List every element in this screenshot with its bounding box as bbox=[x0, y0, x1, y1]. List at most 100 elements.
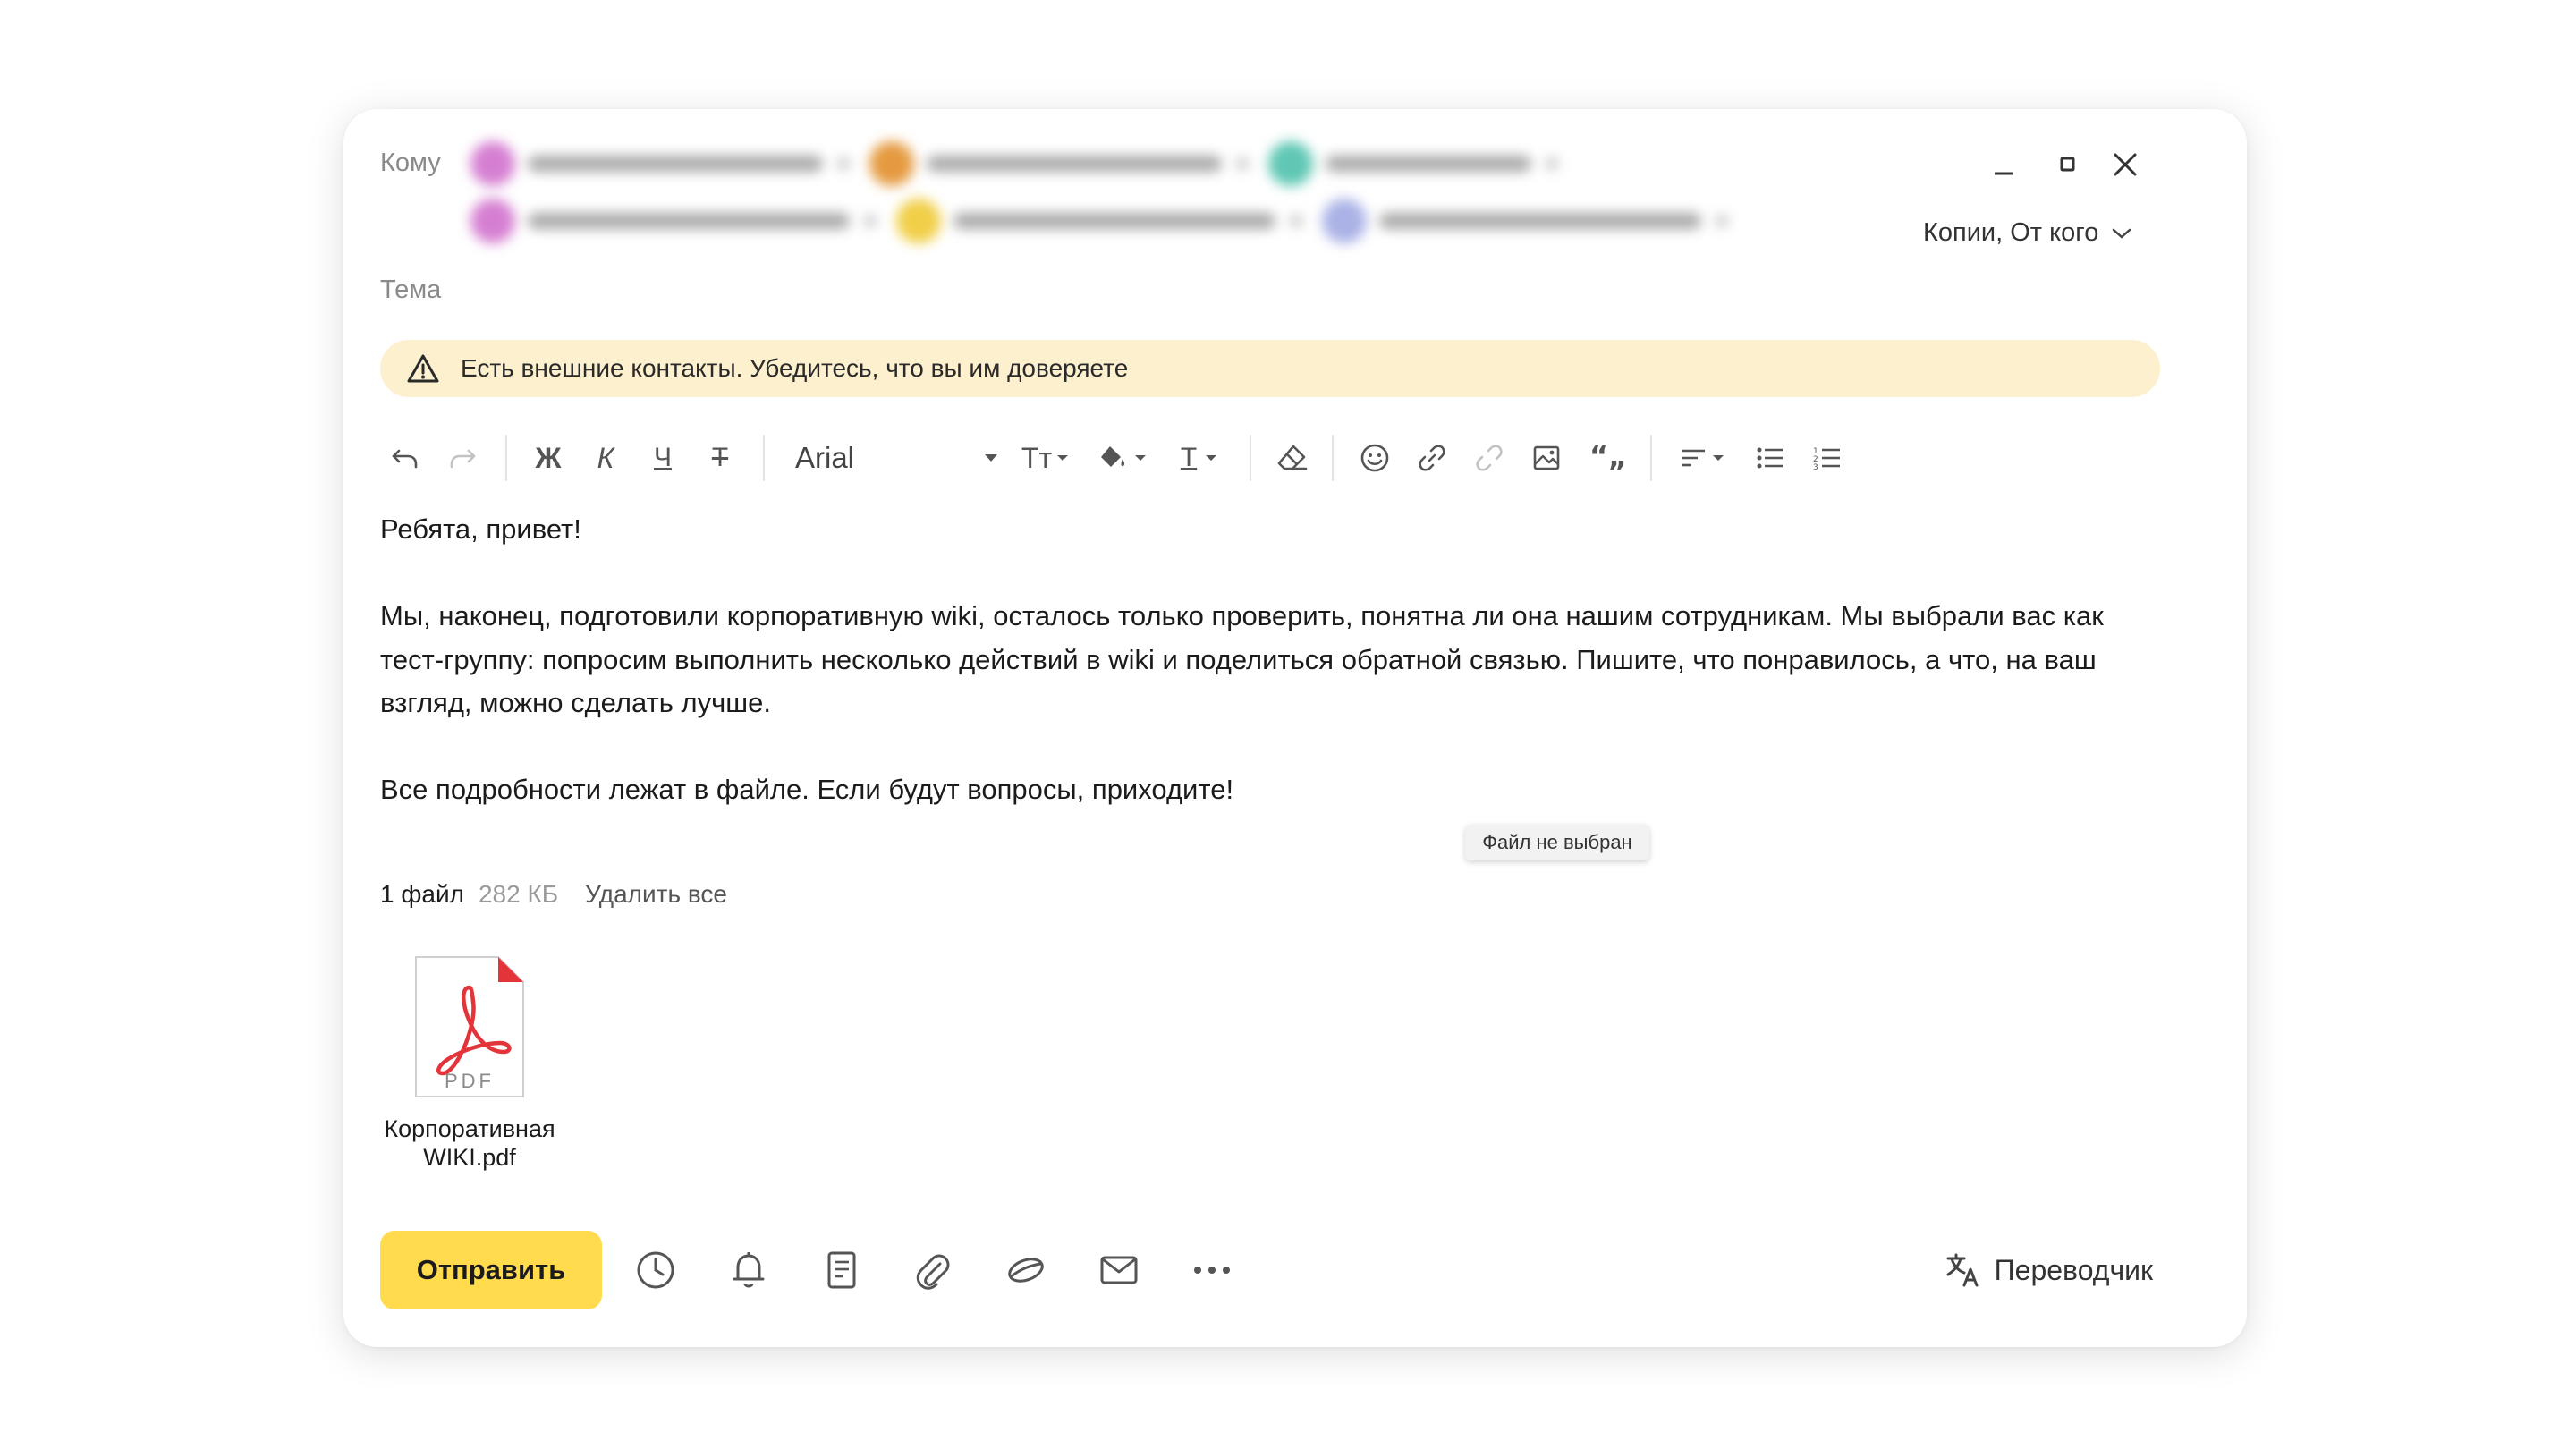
recipient-avatar bbox=[1268, 141, 1313, 186]
clear-format-button[interactable] bbox=[1267, 433, 1318, 483]
to-label: Кому bbox=[380, 148, 441, 177]
recipient-chip[interactable] bbox=[896, 199, 1302, 243]
delete-all-link[interactable]: Удалить все bbox=[585, 880, 727, 909]
recipient-chip[interactable] bbox=[470, 199, 877, 243]
more-button[interactable] bbox=[1187, 1245, 1237, 1295]
recipient-chip[interactable] bbox=[470, 141, 850, 186]
recipient-email-blurred bbox=[1326, 156, 1531, 172]
italic-button[interactable]: К bbox=[580, 433, 631, 483]
recipient-email-blurred bbox=[1379, 213, 1701, 229]
recipient-avatar bbox=[470, 199, 515, 243]
font-family-value: Arial bbox=[795, 441, 855, 474]
minimize-icon bbox=[1995, 172, 2012, 175]
copies-label: Копии, От кого bbox=[1923, 218, 2099, 247]
redo-icon bbox=[450, 449, 476, 469]
translate-icon bbox=[1946, 1253, 1979, 1287]
expand-button[interactable] bbox=[2048, 145, 2088, 184]
minimize-button[interactable] bbox=[1984, 145, 2023, 184]
warning-icon bbox=[407, 353, 439, 384]
subject-field[interactable]: Тема bbox=[380, 275, 441, 305]
recipient-email-blurred bbox=[927, 156, 1222, 172]
bullet-list-button[interactable] bbox=[1745, 433, 1795, 483]
caret-down-icon bbox=[1135, 455, 1146, 461]
emoji-button[interactable] bbox=[1350, 433, 1400, 483]
smile-icon bbox=[1360, 444, 1389, 472]
underline-button[interactable]: Ч bbox=[638, 433, 688, 483]
remove-recipient-icon[interactable] bbox=[1236, 157, 1249, 170]
template-button[interactable] bbox=[817, 1245, 867, 1295]
text-color-button[interactable]: Т bbox=[1165, 433, 1233, 483]
paperclip-icon bbox=[916, 1254, 950, 1290]
recipients-row bbox=[470, 193, 1866, 249]
send-button[interactable]: Отправить bbox=[380, 1231, 602, 1309]
bold-button[interactable]: Ж bbox=[523, 433, 573, 483]
remove-recipient-icon[interactable] bbox=[1716, 215, 1728, 227]
attach-file-button[interactable] bbox=[908, 1245, 958, 1295]
body-paragraph: Все подробности лежат в файле. Если буду… bbox=[380, 774, 1234, 805]
close-button[interactable] bbox=[2106, 145, 2145, 184]
envelope-icon bbox=[1100, 1256, 1138, 1284]
recipients-row bbox=[470, 136, 1866, 191]
recipient-avatar bbox=[470, 141, 515, 186]
image-icon bbox=[1533, 445, 1560, 470]
toolbar-divider bbox=[1332, 435, 1334, 481]
attachment-item[interactable]: PDF Корпоративная WIKI.pdf bbox=[380, 955, 559, 1172]
strikethrough-button[interactable]: Т bbox=[695, 433, 745, 483]
recipient-chip[interactable] bbox=[1268, 141, 1558, 186]
recipient-avatar bbox=[896, 199, 941, 243]
recipient-chip[interactable] bbox=[1322, 199, 1728, 243]
mail-options-button[interactable] bbox=[1094, 1245, 1144, 1295]
remove-recipient-icon[interactable] bbox=[837, 157, 850, 170]
recipient-email-blurred bbox=[953, 213, 1275, 229]
file-size: 282 КБ bbox=[478, 880, 559, 908]
remove-recipient-icon[interactable] bbox=[864, 215, 877, 227]
paint-bucket-icon bbox=[1101, 446, 1125, 467]
recipient-chip[interactable] bbox=[869, 141, 1249, 186]
remove-link-button[interactable] bbox=[1464, 433, 1514, 483]
remove-recipient-icon[interactable] bbox=[1290, 215, 1302, 227]
compose-footer: Отправить Переводчик bbox=[380, 1231, 2160, 1309]
align-button[interactable] bbox=[1668, 433, 1736, 483]
chevron-down-icon bbox=[2113, 228, 2131, 239]
insert-image-button[interactable] bbox=[1521, 433, 1572, 483]
body-paragraph: Мы, наконец, подготовили корпоративную w… bbox=[380, 600, 2104, 718]
font-family-select[interactable]: Arial bbox=[795, 433, 1003, 483]
clock-icon bbox=[637, 1251, 674, 1289]
insert-link-button[interactable] bbox=[1407, 433, 1457, 483]
translator-button[interactable]: Переводчик bbox=[1945, 1231, 2153, 1309]
external-contacts-warning: Есть внешние контакты. Убедитесь, что вы… bbox=[380, 340, 2160, 397]
file-count: 1 файл bbox=[380, 880, 464, 908]
recipients-field[interactable] bbox=[470, 136, 1866, 250]
copies-from-toggle[interactable]: Копии, От кого bbox=[1923, 218, 2132, 248]
message-body[interactable]: Ребята, привет! Мы, наконец, подготовили… bbox=[380, 508, 2160, 812]
caret-down-icon bbox=[985, 454, 997, 462]
toolbar-divider bbox=[1650, 435, 1652, 481]
format-toolbar: Ж К Ч Т Arial Тт Т “„ 1 2 3 bbox=[380, 424, 2160, 492]
bullet-list-icon bbox=[1757, 447, 1783, 469]
font-size-button[interactable]: Тт bbox=[1012, 433, 1080, 483]
eraser-icon bbox=[1277, 445, 1308, 470]
pdf-file-icon: PDF bbox=[414, 955, 525, 1098]
file-type-label: PDF bbox=[445, 1070, 495, 1092]
close-icon bbox=[2114, 153, 2137, 176]
reminder-button[interactable] bbox=[724, 1245, 774, 1295]
disk-icon bbox=[1008, 1258, 1044, 1283]
toolbar-divider bbox=[1250, 435, 1251, 481]
recipient-avatar bbox=[1322, 199, 1367, 243]
align-left-icon bbox=[1682, 449, 1705, 467]
highlight-color-button[interactable] bbox=[1089, 433, 1157, 483]
quote-icon: “„ bbox=[1589, 443, 1627, 473]
link-icon bbox=[1419, 445, 1445, 471]
schedule-send-button[interactable] bbox=[631, 1245, 681, 1295]
undo-button[interactable] bbox=[380, 433, 430, 483]
redo-button[interactable] bbox=[437, 433, 487, 483]
file-tooltip: Файл не выбран bbox=[1465, 825, 1649, 860]
body-greeting: Ребята, привет! bbox=[380, 513, 581, 545]
quote-button[interactable]: “„ bbox=[1579, 433, 1636, 483]
disk-attach-button[interactable] bbox=[1001, 1245, 1051, 1295]
warning-text: Есть внешние контакты. Убедитесь, что вы… bbox=[461, 354, 1129, 382]
caret-down-icon bbox=[1057, 455, 1069, 461]
recipient-avatar bbox=[869, 141, 914, 186]
numbered-list-button[interactable]: 123 bbox=[1802, 433, 1852, 483]
remove-recipient-icon[interactable] bbox=[1546, 157, 1558, 170]
